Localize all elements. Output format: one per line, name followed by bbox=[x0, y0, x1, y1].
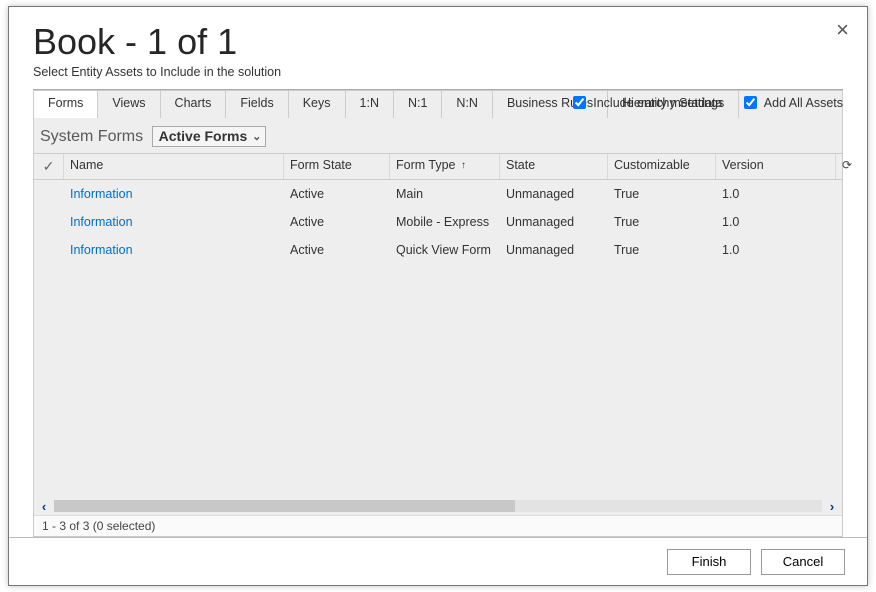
row-checkbox[interactable] bbox=[34, 217, 64, 227]
dialog: × Book - 1 of 1 Select Entity Assets to … bbox=[8, 6, 868, 586]
table-row[interactable]: Information Active Quick View Form Unman… bbox=[34, 236, 842, 264]
view-label: System Forms bbox=[40, 128, 143, 145]
cell-customizable: True bbox=[608, 182, 716, 206]
cell-form-state: Active bbox=[284, 182, 390, 206]
cell-form-type: Mobile - Express bbox=[390, 210, 500, 234]
scroll-right-icon[interactable]: › bbox=[822, 499, 842, 514]
include-metadata-input[interactable] bbox=[573, 96, 586, 109]
col-name[interactable]: Name bbox=[64, 154, 284, 179]
grid-body: Information Active Main Unmanaged True 1… bbox=[34, 180, 842, 497]
sort-asc-icon: ↑ bbox=[461, 160, 466, 171]
add-all-assets-input[interactable] bbox=[744, 96, 757, 109]
close-icon[interactable]: × bbox=[836, 19, 849, 41]
cell-form-state: Active bbox=[284, 238, 390, 262]
cell-version: 1.0 bbox=[716, 182, 836, 206]
chevron-down-icon: ⌄ bbox=[252, 130, 261, 143]
tab-forms[interactable]: Forms bbox=[34, 91, 98, 118]
cell-description bbox=[836, 245, 842, 255]
tab-charts[interactable]: Charts bbox=[161, 91, 227, 118]
refresh-button[interactable]: ⟳ bbox=[836, 154, 858, 179]
view-dropdown-value: Active Forms bbox=[159, 128, 248, 144]
refresh-icon: ⟳ bbox=[842, 158, 852, 172]
page-title: Book - 1 of 1 bbox=[33, 21, 843, 63]
col-customizable[interactable]: Customizable bbox=[608, 154, 716, 179]
view-selector-bar: System Forms Active Forms ⌄ bbox=[33, 118, 843, 153]
form-link[interactable]: Information bbox=[70, 243, 133, 257]
row-checkbox[interactable] bbox=[34, 245, 64, 255]
tab-views[interactable]: Views bbox=[98, 91, 160, 118]
scroll-thumb[interactable] bbox=[54, 500, 515, 512]
table-row[interactable]: Information Active Mobile - Express Unma… bbox=[34, 208, 842, 236]
cell-version: 1.0 bbox=[716, 210, 836, 234]
cell-customizable: True bbox=[608, 210, 716, 234]
form-link[interactable]: Information bbox=[70, 187, 133, 201]
finish-button[interactable]: Finish bbox=[667, 549, 751, 575]
cell-description: A fo bbox=[836, 182, 842, 206]
tab-n1[interactable]: N:1 bbox=[394, 91, 442, 118]
include-metadata-label: Include entity metadata bbox=[593, 96, 722, 110]
cell-description: This bbox=[836, 210, 842, 234]
col-form-type[interactable]: Form Type ↑ bbox=[390, 154, 500, 179]
cell-form-state: Active bbox=[284, 210, 390, 234]
tab-fields[interactable]: Fields bbox=[226, 91, 288, 118]
header-options: Include entity metadata Add All Assets bbox=[555, 93, 843, 112]
cell-state: Unmanaged bbox=[500, 182, 608, 206]
form-link[interactable]: Information bbox=[70, 215, 133, 229]
dialog-footer: Finish Cancel bbox=[9, 537, 867, 585]
horizontal-scrollbar[interactable]: ‹ › bbox=[34, 497, 842, 515]
scroll-track[interactable] bbox=[54, 500, 822, 512]
cell-form-type: Main bbox=[390, 182, 500, 206]
col-form-type-label: Form Type bbox=[396, 158, 456, 172]
cell-state: Unmanaged bbox=[500, 238, 608, 262]
tab-keys[interactable]: Keys bbox=[289, 91, 346, 118]
select-all-checkbox[interactable]: ✓ bbox=[34, 154, 64, 179]
add-all-assets-label: Add All Assets bbox=[764, 96, 843, 110]
tab-nn[interactable]: N:N bbox=[442, 91, 493, 118]
cell-version: 1.0 bbox=[716, 238, 836, 262]
include-metadata-checkbox[interactable]: Include entity metadata bbox=[569, 96, 726, 110]
table-row[interactable]: Information Active Main Unmanaged True 1… bbox=[34, 180, 842, 208]
cell-state: Unmanaged bbox=[500, 210, 608, 234]
tab-1n[interactable]: 1:N bbox=[346, 91, 394, 118]
cancel-button[interactable]: Cancel bbox=[761, 549, 845, 575]
forms-grid: ✓ Name Form State Form Type ↑ State Cust… bbox=[33, 153, 843, 537]
row-checkbox[interactable] bbox=[34, 189, 64, 199]
col-form-state[interactable]: Form State bbox=[284, 154, 390, 179]
page-subtitle: Select Entity Assets to Include in the s… bbox=[33, 65, 843, 79]
cell-form-type: Quick View Form bbox=[390, 238, 500, 262]
grid-header: ✓ Name Form State Form Type ↑ State Cust… bbox=[34, 154, 842, 180]
view-dropdown[interactable]: Active Forms ⌄ bbox=[152, 126, 267, 147]
col-state[interactable]: State bbox=[500, 154, 608, 179]
scroll-left-icon[interactable]: ‹ bbox=[34, 499, 54, 514]
cell-customizable: True bbox=[608, 238, 716, 262]
grid-status: 1 - 3 of 3 (0 selected) bbox=[34, 515, 842, 536]
col-version[interactable]: Version bbox=[716, 154, 836, 179]
add-all-assets-checkbox[interactable]: Add All Assets bbox=[740, 96, 843, 110]
